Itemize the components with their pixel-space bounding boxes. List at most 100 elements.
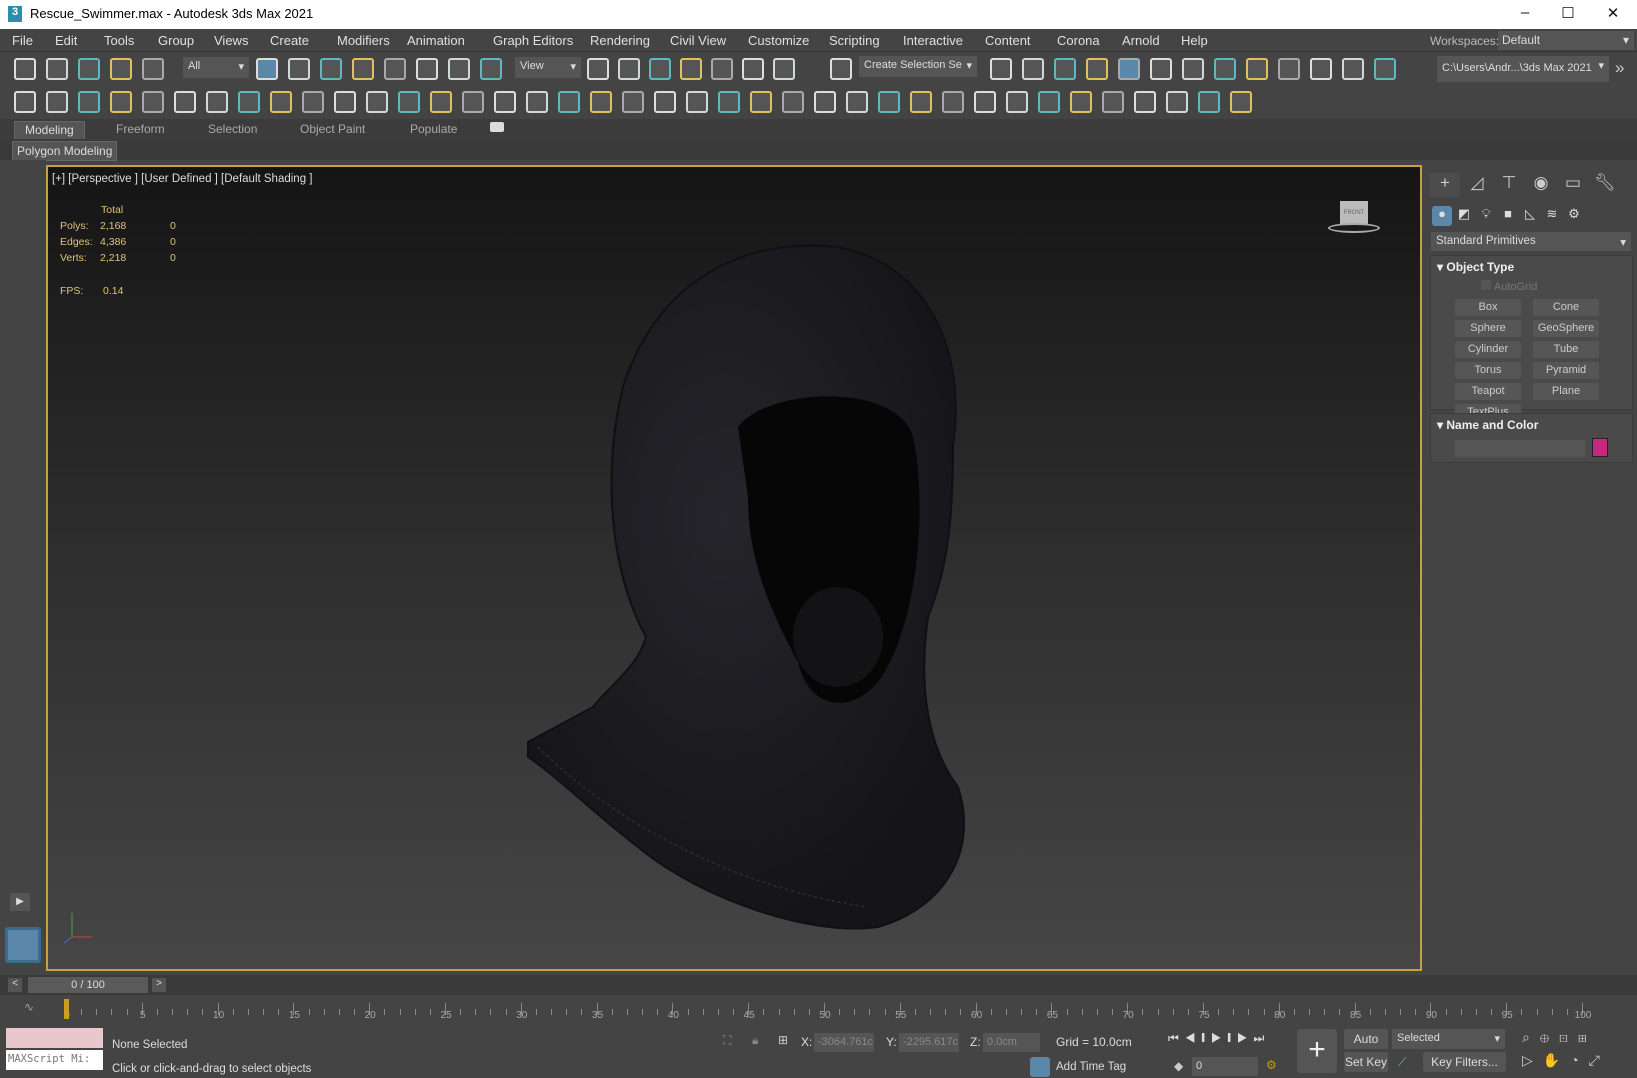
undo-icon[interactable]: [14, 58, 36, 80]
render-view-icon[interactable]: [1102, 91, 1124, 113]
rendered-frame-icon[interactable]: [1278, 58, 1300, 80]
cycle-icon[interactable]: [1006, 91, 1028, 113]
create-tab[interactable]: +: [1430, 173, 1460, 197]
dome-icon[interactable]: [238, 91, 260, 113]
geometry-icon[interactable]: ●: [1432, 206, 1452, 226]
camera-icon[interactable]: [174, 91, 196, 113]
viewport-layout-thumbnail[interactable]: [5, 927, 41, 963]
menu-group[interactable]: Group: [158, 33, 194, 48]
angle-snap-icon[interactable]: [711, 58, 733, 80]
mirror-icon[interactable]: [990, 58, 1012, 80]
mtl-icon[interactable]: [654, 91, 676, 113]
utilities-tab[interactable]: 🔧︎: [1590, 173, 1620, 197]
next-frame-button[interactable]: >: [152, 978, 166, 992]
book-icon[interactable]: [910, 91, 932, 113]
set-keys-button[interactable]: +: [1297, 1029, 1337, 1073]
snap-3d-icon[interactable]: [680, 58, 702, 80]
named-selection-dropdown[interactable]: Create Selection Se: [859, 56, 977, 77]
spacewarps-icon[interactable]: ≋: [1542, 206, 1562, 226]
primitive-torus-button[interactable]: Torus: [1455, 362, 1521, 379]
autogrid-checkbox[interactable]: AutoGrid: [1481, 280, 1537, 293]
sphere-light-icon[interactable]: [270, 91, 292, 113]
modify-tab[interactable]: ◿: [1462, 173, 1492, 197]
bind-spacewarp-icon[interactable]: [142, 58, 164, 80]
selection-filter-dropdown[interactable]: All: [183, 57, 249, 78]
arnold-light-icon[interactable]: [782, 91, 804, 113]
menu-rendering[interactable]: Rendering: [590, 33, 650, 48]
viewport-nav-controls-bottom[interactable]: ▷✋◔⤢: [1522, 1052, 1610, 1069]
edit-named-selection-icon[interactable]: [830, 58, 852, 80]
set-key-button[interactable]: Set Key: [1344, 1052, 1388, 1072]
primitive-tube-button[interactable]: Tube: [1533, 341, 1599, 358]
primitive-box-button[interactable]: Box: [1455, 299, 1521, 316]
time-configuration-icon[interactable]: ⚙: [1266, 1058, 1277, 1072]
virus-icon[interactable]: [526, 91, 548, 113]
sun-icon[interactable]: [366, 91, 388, 113]
tab-object-paint[interactable]: Object Paint: [290, 121, 375, 139]
shapes-icon[interactable]: ◩: [1454, 206, 1474, 226]
menu-graph-editors[interactable]: Graph Editors: [493, 33, 573, 48]
sunsky-icon[interactable]: [814, 91, 836, 113]
polygon-modeling-panel[interactable]: Polygon Modeling: [12, 141, 118, 161]
maxscript-input[interactable]: MAXScript Mi:: [6, 1050, 103, 1070]
tree-icon[interactable]: [942, 91, 964, 113]
menu-interactive[interactable]: Interactive: [903, 33, 963, 48]
percent-snap-icon[interactable]: [742, 58, 764, 80]
viewports-icon[interactable]: [1374, 58, 1396, 80]
help-icon[interactable]: [750, 91, 772, 113]
menu-civil-view[interactable]: Civil View: [670, 33, 726, 48]
balaclava-model[interactable]: [48, 167, 1420, 969]
layers-icon[interactable]: [1038, 91, 1060, 113]
grass-icon[interactable]: [558, 91, 580, 113]
scene-explorer-icon[interactable]: [1054, 58, 1076, 80]
close-button[interactable]: ✕: [1598, 4, 1628, 24]
display-tab[interactable]: ▭: [1558, 173, 1588, 197]
pivot-icon[interactable]: [587, 58, 609, 80]
tab-modeling[interactable]: Modeling: [14, 121, 85, 139]
keyboard-shortcut-icon[interactable]: [649, 58, 671, 80]
menu-animation[interactable]: Animation: [407, 33, 465, 48]
schematic-view-icon[interactable]: [1182, 58, 1204, 80]
menu-views[interactable]: Views: [214, 33, 248, 48]
camera-arnold-icon[interactable]: [846, 91, 868, 113]
prev-frame-button[interactable]: <: [8, 978, 22, 992]
align-icon[interactable]: [1022, 58, 1044, 80]
menu-modifiers[interactable]: Modifiers: [337, 33, 390, 48]
curve-editor-icon[interactable]: [1150, 58, 1172, 80]
light-lister-icon[interactable]: [110, 91, 132, 113]
primitive-cylinder-button[interactable]: Cylinder: [1455, 341, 1521, 358]
render-setup-icon[interactable]: [1246, 58, 1268, 80]
playback-controls[interactable]: ⏮◀❙▶❙▶⏭: [1168, 1031, 1270, 1046]
project-folder-dropdown[interactable]: C:\Users\Andr...\3ds Max 2021: [1437, 56, 1609, 82]
auto-key-button[interactable]: Auto Key: [1344, 1029, 1388, 1066]
lock-icon[interactable]: 🔒︎: [752, 1033, 758, 1048]
viewcube-ring[interactable]: [1328, 223, 1380, 233]
scale-icon[interactable]: [448, 58, 470, 80]
object-name-input[interactable]: [1455, 440, 1585, 457]
window-crossing-icon[interactable]: [352, 58, 374, 80]
rotate-icon[interactable]: [416, 58, 438, 80]
minimize-button[interactable]: –: [1510, 4, 1540, 24]
viewcube-face[interactable]: FRONT: [1340, 201, 1368, 225]
plane-light-icon[interactable]: [206, 91, 228, 113]
tab-populate[interactable]: Populate: [400, 121, 467, 139]
frame-icon[interactable]: [1166, 91, 1188, 113]
grid-icon[interactable]: [1070, 91, 1092, 113]
spinner-snap-icon[interactable]: [773, 58, 795, 80]
film-icon[interactable]: [1134, 91, 1156, 113]
link-icon[interactable]: [78, 58, 100, 80]
object-type-header[interactable]: ▾ Object Type: [1437, 260, 1514, 274]
placement-icon[interactable]: [480, 58, 502, 80]
viewport-nav-controls-top[interactable]: ⌕⊕⊡⊞: [1522, 1029, 1597, 1046]
time-tag-icon[interactable]: [1030, 1057, 1050, 1077]
menu-help[interactable]: Help: [1181, 33, 1208, 48]
menu-corona[interactable]: Corona: [1057, 33, 1100, 48]
bowl-icon[interactable]: [302, 91, 324, 113]
sphere-icon[interactable]: [590, 91, 612, 113]
menu-create[interactable]: Create: [270, 33, 309, 48]
menu-content[interactable]: Content: [985, 33, 1031, 48]
category-dropdown[interactable]: Standard Primitives: [1431, 232, 1631, 251]
isolate-selection-icon[interactable]: ⛶: [723, 1033, 731, 1048]
x-coordinate-field[interactable]: -3064.761c: [814, 1033, 874, 1052]
camera-convert-icon[interactable]: [142, 91, 164, 113]
